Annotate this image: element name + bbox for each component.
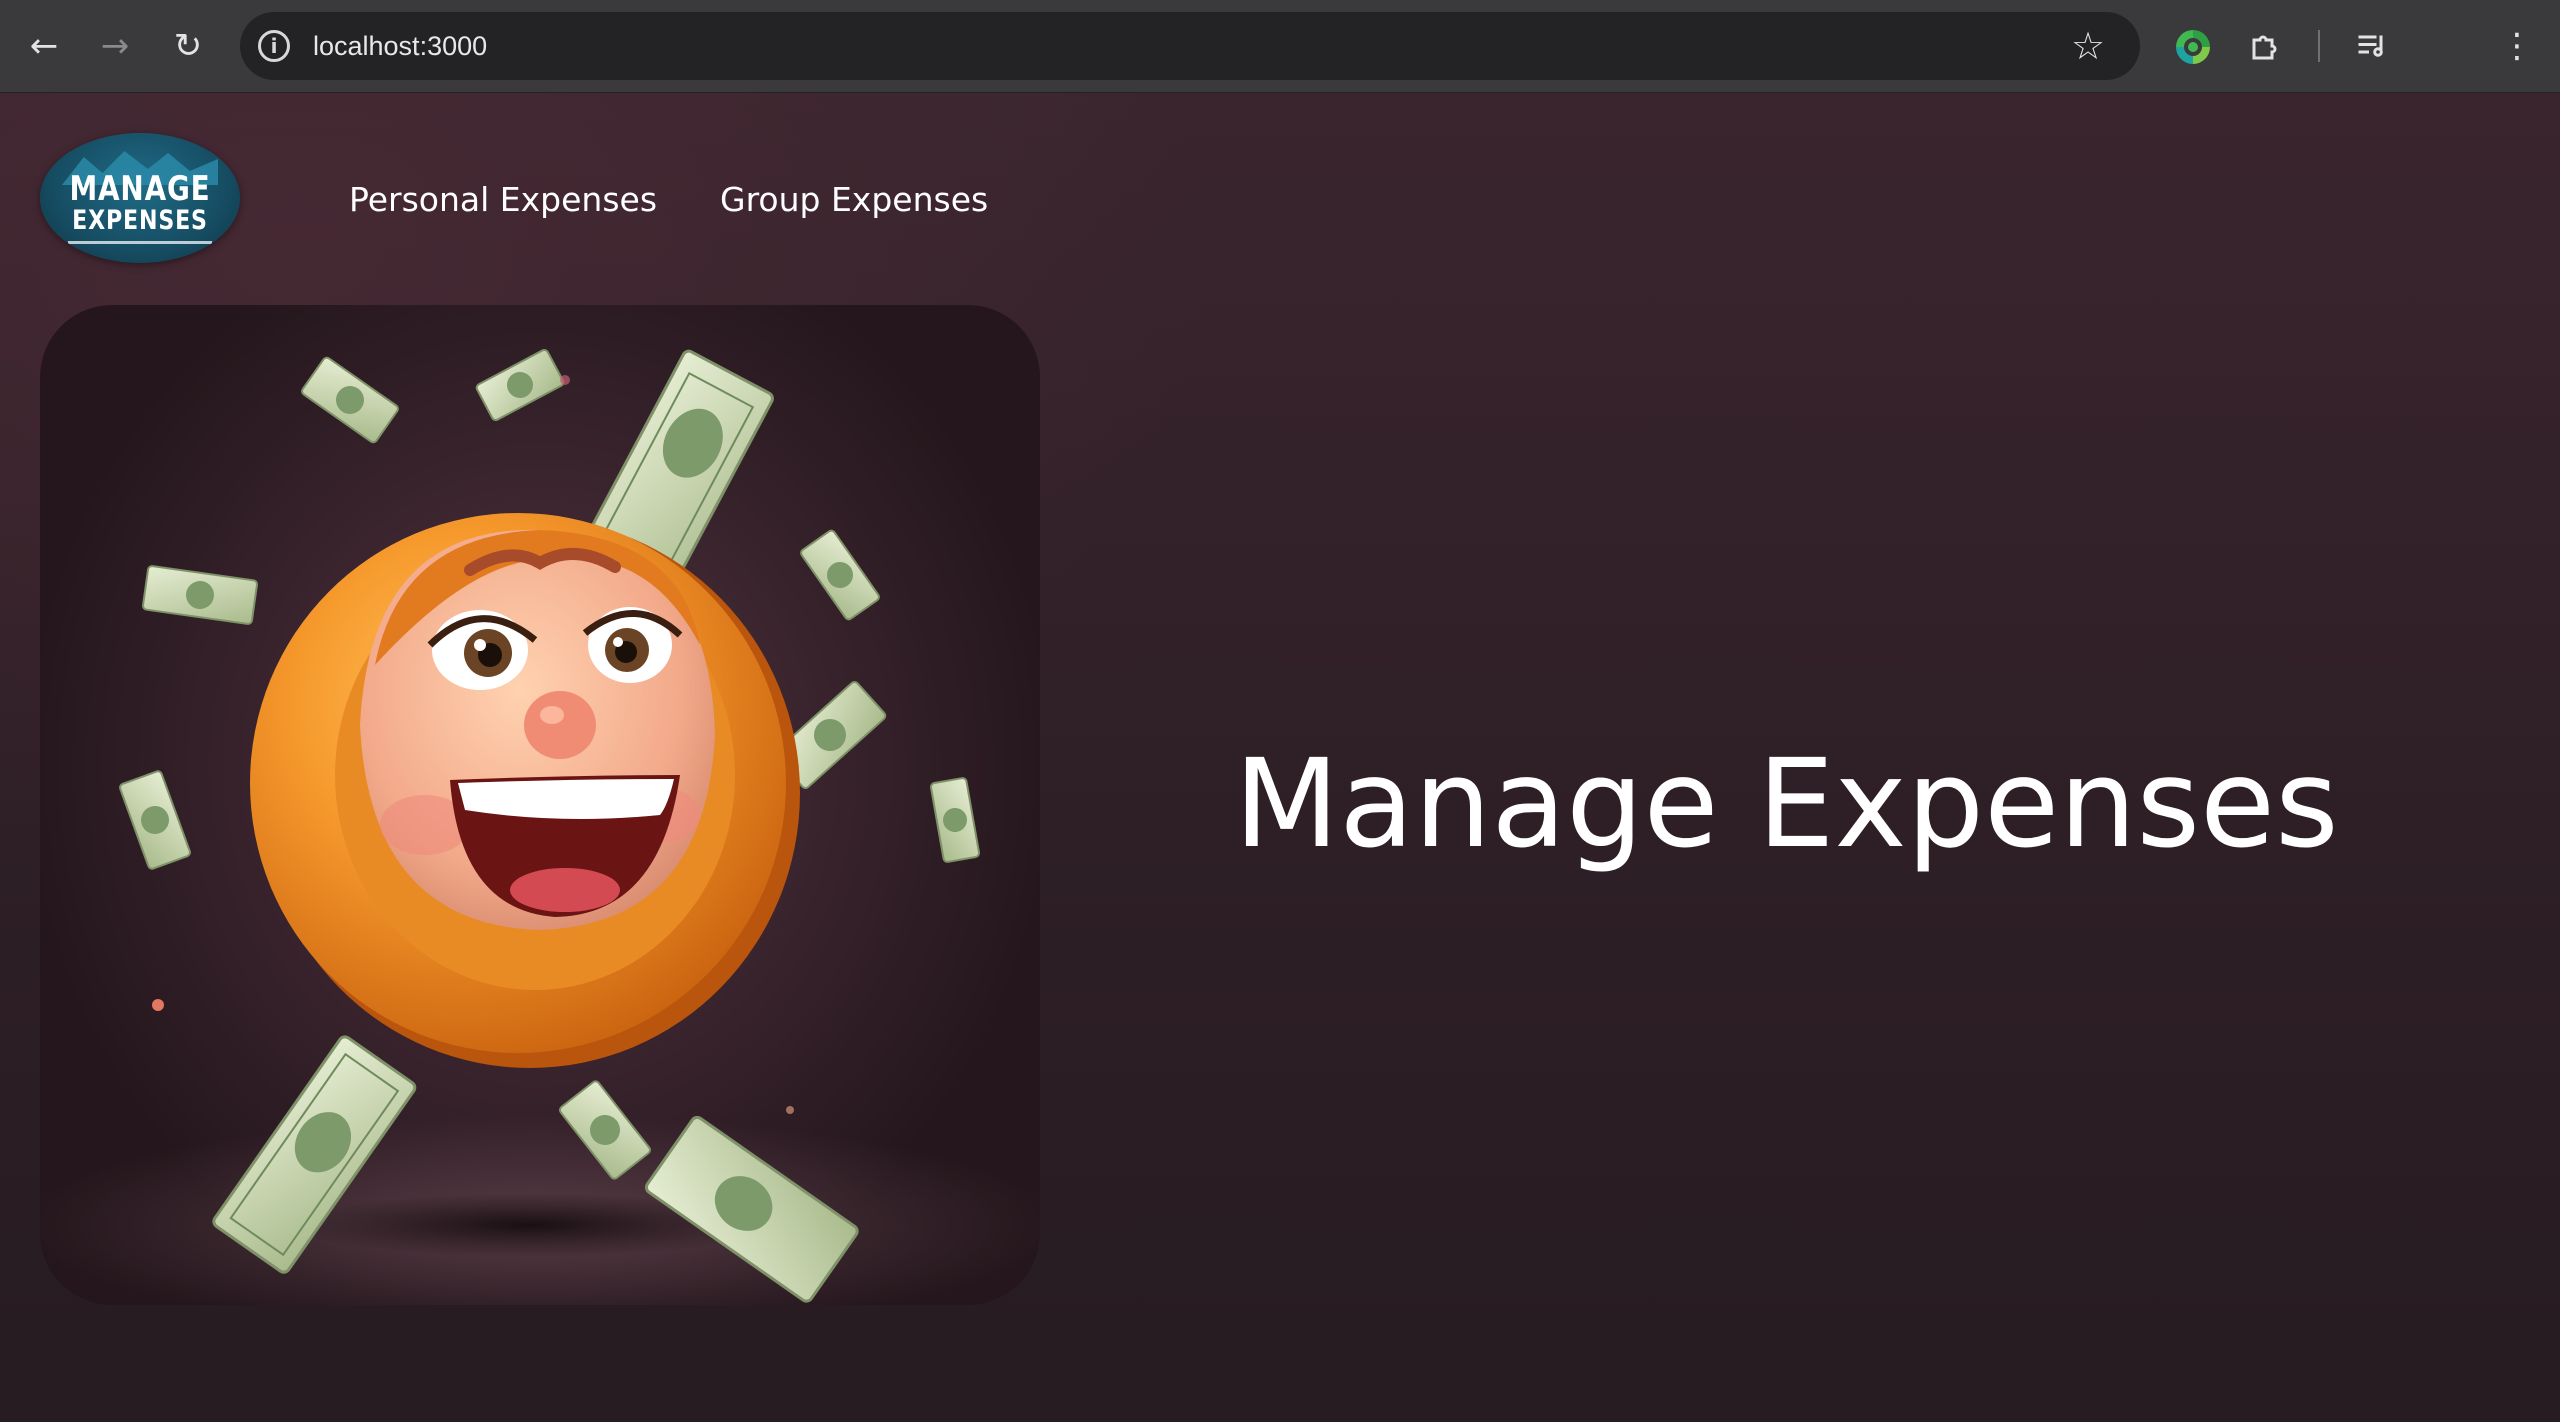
forward-button[interactable]: → [91, 22, 139, 70]
extension-ring-icon[interactable] [2176, 30, 2210, 64]
coin-character-illustration [40, 348, 1040, 1305]
page-body: MANAGE EXPENSES Personal Expenses Group … [0, 93, 2560, 1422]
arrow-right-icon: → [100, 26, 130, 66]
kebab-menu-icon[interactable]: ⋮ [2493, 22, 2541, 70]
toolbar-separator [2318, 30, 2320, 62]
reload-icon: ↻ [173, 26, 203, 66]
address-bar[interactable]: i localhost:3000 ☆ [240, 12, 2140, 80]
media-queue-icon[interactable] [2348, 22, 2396, 70]
logo-underline [68, 241, 212, 244]
reload-button[interactable]: ↻ [164, 22, 212, 70]
page-headline: Manage Expenses [1234, 733, 2339, 875]
hero-illustration [40, 305, 1040, 1305]
arrow-left-icon: ← [29, 26, 59, 66]
browser-toolbar: ← → ↻ i localhost:3000 ☆ ⋮ [0, 0, 2560, 93]
nav-link-group-expenses[interactable]: Group Expenses [720, 180, 988, 219]
logo[interactable]: MANAGE EXPENSES [40, 133, 240, 263]
info-icon[interactable]: i [258, 30, 290, 62]
puzzle-icon[interactable] [2242, 22, 2290, 70]
logo-text-line1: MANAGE [69, 169, 211, 209]
nav-link-personal-expenses[interactable]: Personal Expenses [349, 180, 657, 219]
logo-text-line2: EXPENSES [72, 205, 208, 236]
star-icon[interactable]: ☆ [2064, 22, 2112, 70]
url-text[interactable]: localhost:3000 [313, 12, 487, 80]
back-button[interactable]: ← [20, 22, 68, 70]
